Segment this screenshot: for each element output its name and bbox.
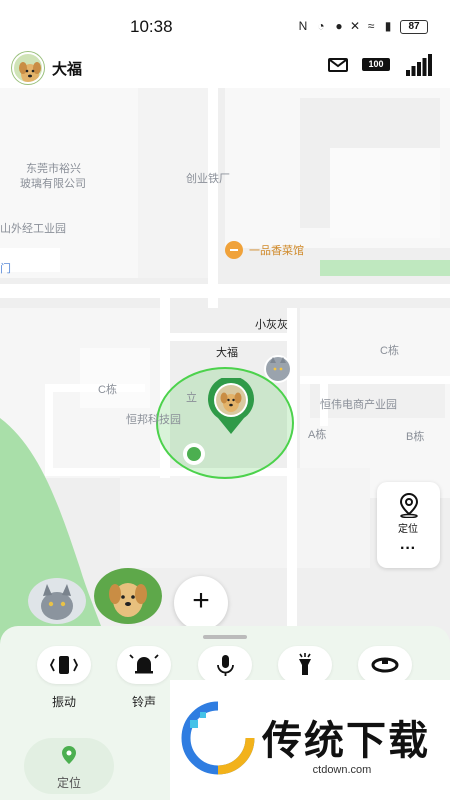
map-label: 创业铁厂 — [186, 173, 230, 185]
alarm-icon: ◔ — [317, 19, 325, 33]
ring-label: 铃声 — [131, 695, 156, 709]
locate-tab-icon — [62, 746, 76, 764]
pet-chip-dog[interactable] — [94, 568, 162, 624]
collar-icon — [371, 657, 399, 673]
wifi-icon: ≈ — [367, 19, 375, 33]
locate-icon[interactable] — [397, 492, 421, 518]
pet-avatar[interactable] — [12, 52, 44, 84]
cell-signal-icon: ▮ — [384, 19, 392, 33]
map-label: 玻璃有限公司 — [20, 178, 86, 190]
green-strip — [320, 260, 450, 276]
mute-icon: ✕ — [349, 19, 361, 33]
map-label: 恒邦科技园 — [126, 414, 181, 426]
ring-button[interactable] — [117, 646, 171, 684]
locate-button[interactable]: 定位 — [388, 520, 428, 535]
watermark-url: ctdown.com — [312, 764, 372, 776]
current-position-dot — [183, 443, 205, 465]
microphone-icon — [217, 655, 234, 676]
device-signal-icon — [406, 54, 432, 76]
watermark-text: 传统下载 — [262, 719, 430, 763]
vibrate-icon — [49, 656, 79, 674]
map-label: 东莞市裕兴 — [26, 163, 81, 175]
map-label: B栋 — [406, 431, 425, 443]
device-battery: 100 — [362, 58, 390, 71]
flashlight-button[interactable] — [278, 646, 332, 684]
bell-icon — [129, 654, 159, 674]
restaurant-icon — [225, 241, 243, 259]
map-label: C栋 — [98, 384, 117, 396]
map-label: 立 — [186, 392, 197, 404]
sheet-handle[interactable] — [203, 635, 247, 639]
map-label: A栋 — [308, 429, 327, 441]
watermark-logo-icon — [181, 701, 255, 775]
map-label: 山外经工业园 — [0, 223, 66, 235]
vibrate-label: 振动 — [51, 695, 76, 709]
pet-location-pin[interactable] — [202, 378, 260, 436]
add-pet-button[interactable]: + — [174, 576, 228, 630]
flashlight-icon — [299, 653, 311, 675]
map-label: 门 — [0, 263, 11, 275]
collar-button[interactable] — [358, 646, 412, 684]
pet-name[interactable]: 大福 — [52, 58, 82, 79]
map-label: C栋 — [380, 345, 399, 357]
map-label: 大福 — [216, 347, 238, 359]
voice-button[interactable] — [198, 646, 252, 684]
map-label: 恒伟电商产业园 — [320, 399, 397, 411]
map-label: 小灰灰 — [255, 319, 288, 331]
nfc-icon: N — [298, 19, 308, 33]
mail-icon[interactable] — [328, 58, 348, 72]
pet-chip-cat[interactable] — [28, 578, 86, 624]
location-status-icon: ● — [335, 19, 343, 33]
more-button[interactable]: ··· — [388, 540, 428, 558]
other-pet-marker[interactable] — [263, 354, 293, 384]
status-time: 10:38 — [130, 17, 173, 36]
tab-locate-label: 定位 — [56, 776, 81, 790]
battery-indicator: 87 — [400, 20, 428, 34]
vibrate-button[interactable] — [37, 646, 91, 684]
map-label: 一品香菜馆 — [249, 245, 304, 257]
